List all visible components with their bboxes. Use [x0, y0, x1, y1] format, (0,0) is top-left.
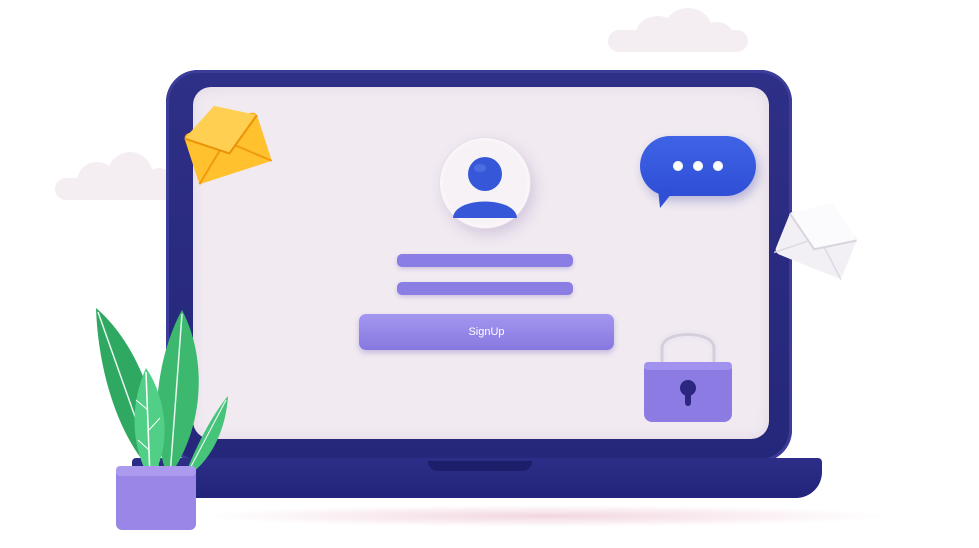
cloud-top-right	[608, 8, 748, 52]
signup-button-label: SignUp	[468, 326, 505, 338]
laptop-notch	[428, 461, 532, 471]
chat-bubble-tail	[658, 188, 676, 208]
envelope-icon	[773, 202, 857, 280]
username-field[interactable]	[397, 254, 573, 267]
padlock-icon	[644, 329, 732, 422]
chat-bubble-icon	[640, 136, 756, 196]
potted-plant-icon	[96, 308, 228, 530]
password-field[interactable]	[397, 282, 573, 295]
avatar	[440, 138, 530, 228]
envelope-icon	[184, 105, 273, 185]
signup-button[interactable]: SignUp	[359, 314, 614, 350]
user-avatar-icon	[453, 157, 517, 218]
floor-shadow	[200, 505, 890, 527]
